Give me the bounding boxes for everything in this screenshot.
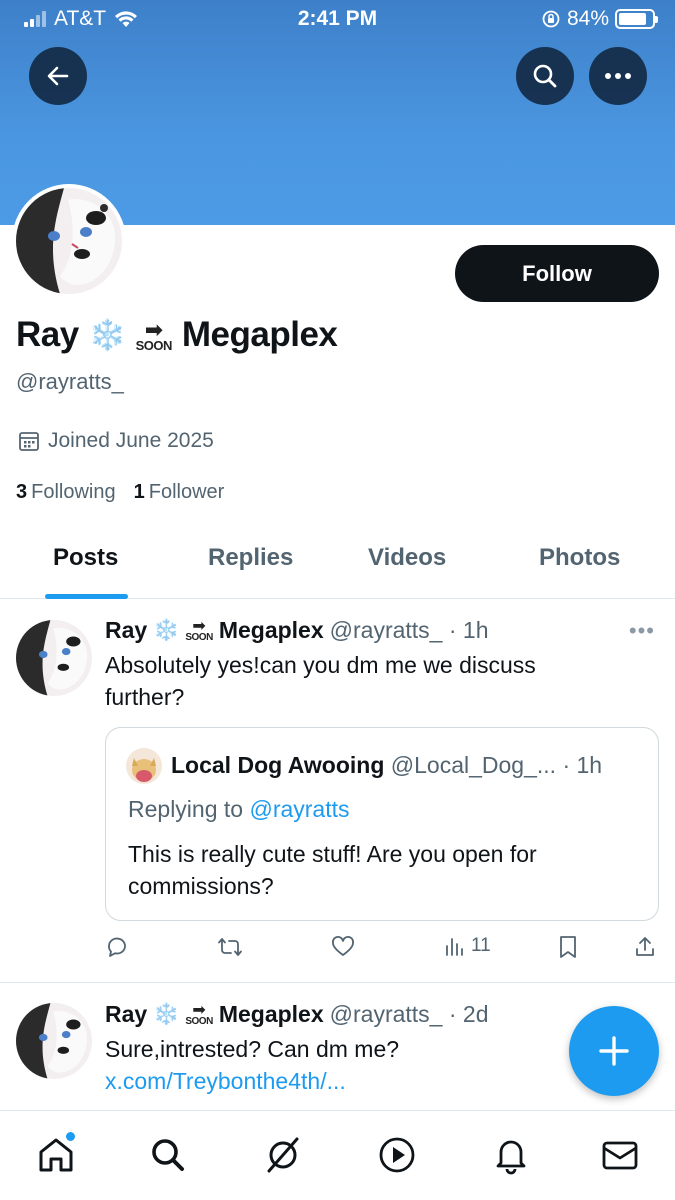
nav-notifications[interactable] [489,1133,533,1177]
quoted-post[interactable]: Local Dog Awooing @Local_Dog_... · 1h Re… [105,727,659,921]
profile-tabs: Posts Replies Videos Photos [0,528,675,599]
snowflake-emoji: ❄️ [88,318,126,352]
following-link[interactable]: 3 Following [16,481,116,504]
status-bar: AT&T 2:41 PM 84% [0,0,675,40]
post-header: Ray ❄️ ➡ SOON Megaplex @rayratts_ · 2d [105,1001,488,1028]
post-author-first: Ray [105,617,148,643]
battery-percent: 84% [566,7,609,30]
post-avatar[interactable] [16,1003,92,1079]
quote-handle-time: @Local_Dog_... · 1h [390,752,603,778]
home-icon [39,1138,73,1172]
quote-author: Local Dog Awooing [171,752,385,778]
post-handle-time: @rayratts_ · 2d [329,1001,489,1027]
avatar-image [16,188,122,294]
bookmark-icon [560,936,576,958]
avatar-image [126,748,162,784]
reply-icon [108,937,126,957]
more-button[interactable] [589,47,647,105]
quote-avatar [126,748,162,784]
video-icon [379,1137,415,1173]
post-avatar[interactable] [16,620,92,696]
quote-text: This is really cute stuff! Are you open … [128,841,537,899]
profile-avatar[interactable] [12,184,126,298]
soon-text: SOON [185,1015,213,1027]
post-text: Absolutely yes!can you dm me we discuss … [105,652,536,710]
search-icon [152,1139,184,1171]
profile-handle: @rayratts_ [16,369,124,394]
search-button[interactable] [516,47,574,105]
home-notification-dot [66,1132,75,1141]
compose-button[interactable] [569,1006,659,1096]
followers-link[interactable]: 1 Follower [134,481,225,504]
views-count: 11 [471,935,491,956]
active-tab-indicator [45,594,128,599]
display-name-last: Megaplex [181,315,338,354]
quote-replying-to: Replying to @rayratts [128,796,350,823]
post-text: Sure,intrested? Can dm me? x.com/Treybon… [105,1033,535,1097]
followers-label: Follower [148,481,225,503]
repost-icon [218,938,242,956]
soon-arrow-emoji: ➡ SOON [185,617,213,643]
grok-icon [267,1137,299,1173]
avatar-image [16,1003,92,1079]
display-name-first: Ray [16,315,79,354]
notifications-icon [496,1140,526,1175]
post-text-body: Sure,intrested? Can dm me? [105,1036,400,1062]
nav-messages[interactable] [598,1133,642,1177]
tab-photos[interactable]: Photos [539,544,620,572]
heart-icon [332,936,354,956]
battery-icon [615,9,658,29]
joined-date: Joined June 2025 [18,429,214,453]
tab-replies[interactable]: Replies [208,544,293,572]
post-author-first: Ray [105,1001,148,1027]
post-author-last: Megaplex [218,617,324,643]
follow-button[interactable]: Follow [455,245,659,302]
replying-prefix: Replying to [128,796,250,822]
like-button[interactable] [331,935,355,959]
nav-grok[interactable] [261,1133,305,1177]
nav-video[interactable] [375,1133,419,1177]
soon-arrow-emoji: ➡ SOON [135,316,173,353]
following-count: 3 [16,481,28,503]
post-header: Ray ❄️ ➡ SOON Megaplex @rayratts_ · 1h [105,617,488,644]
bottom-nav [0,1110,675,1200]
calendar-icon [19,432,39,451]
more-icon [605,73,631,79]
orientation-lock-icon [542,10,560,28]
avatar-image [16,620,92,696]
post-actions: 11 [105,935,660,967]
reply-button[interactable] [105,935,129,959]
follow-counts: 3 Following 1 Follower [16,481,224,504]
arrow-left-icon [47,66,69,86]
bookmark-button[interactable] [557,935,579,959]
plus-icon [599,1036,629,1066]
nav-search[interactable] [146,1133,190,1177]
quote-header: Local Dog Awooing @Local_Dog_... · 1h [171,752,602,779]
back-button[interactable] [29,47,87,105]
search-icon [533,64,557,88]
soon-text: SOON [185,631,213,643]
soon-arrow-emoji: ➡ SOON [185,1001,213,1027]
replying-handle-link[interactable]: @rayratts [249,796,349,822]
repost-button[interactable] [217,935,243,959]
snowflake-emoji: ❄️ [153,618,180,642]
share-icon [636,937,654,956]
display-name: Ray ❄️ ➡ SOON Megaplex [16,315,338,355]
post-author-last: Megaplex [218,1001,324,1027]
share-button[interactable] [633,935,657,959]
joined-label: Joined June 2025 [48,429,214,452]
post-more-icon[interactable]: ••• [629,618,655,644]
views-button[interactable]: 11 [445,935,491,957]
followers-count: 1 [133,481,145,503]
snowflake-emoji: ❄️ [153,1002,180,1026]
nav-home[interactable] [34,1132,78,1177]
messages-icon [602,1141,638,1170]
following-label: Following [31,481,116,503]
post-handle-time: @rayratts_ · 1h [329,617,489,643]
post-link[interactable]: x.com/Treybonthe4th/... [105,1068,346,1094]
tab-posts[interactable]: Posts [53,544,118,572]
soon-text: SOON [135,337,173,353]
tab-videos[interactable]: Videos [368,544,446,572]
views-icon [446,938,463,956]
